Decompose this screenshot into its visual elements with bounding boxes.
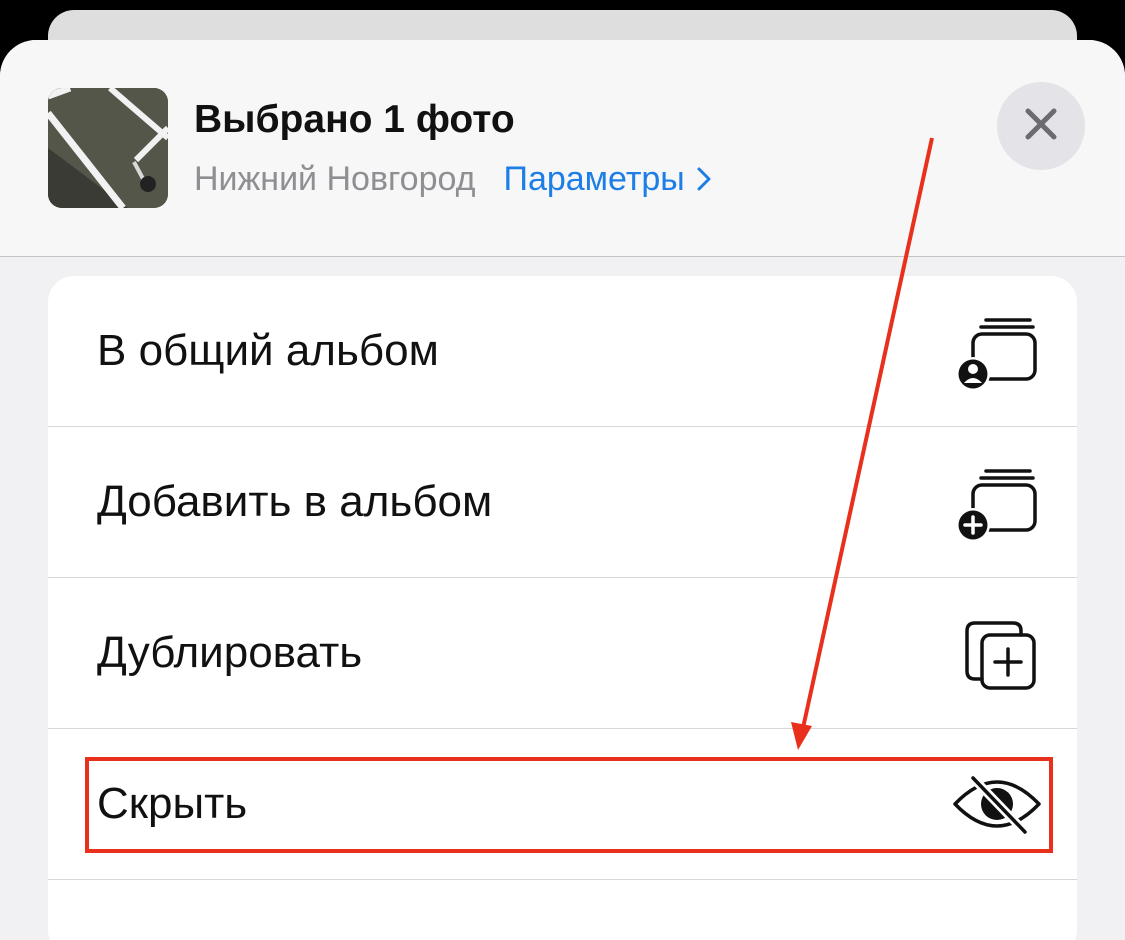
actions-list: В общий альбом Добавить в альбом Дублиро… — [48, 276, 1077, 940]
menu-item-add-to-album[interactable]: Добавить в альбом — [48, 427, 1077, 578]
photo-thumbnail — [48, 88, 168, 208]
parameters-link-label: Параметры — [503, 159, 685, 198]
menu-item-hide[interactable]: Скрыть — [48, 729, 1077, 880]
shared-album-icon — [949, 303, 1045, 399]
sheet-title: Выбрано 1 фото — [194, 98, 515, 141]
menu-item-duplicate[interactable]: Дублировать — [48, 578, 1077, 729]
duplicate-icon — [949, 605, 1045, 701]
hide-eye-slash-icon — [949, 756, 1045, 852]
chevron-right-icon — [697, 167, 711, 191]
menu-item-label: В общий альбом — [97, 326, 439, 375]
close-icon — [1024, 107, 1058, 146]
menu-item-label: Дублировать — [97, 628, 363, 677]
menu-item-label: Скрыть — [97, 779, 248, 828]
subtitle-row: Нижний Новгород Параметры — [194, 157, 711, 201]
sheet-header: Выбрано 1 фото Нижний Новгород Параметры — [0, 40, 1125, 257]
menu-item-label: Добавить в альбом — [97, 477, 493, 526]
parameters-link[interactable]: Параметры — [504, 160, 711, 199]
location-label: Нижний Новгород — [194, 159, 476, 198]
action-sheet: Выбрано 1 фото Нижний Новгород Параметры… — [0, 40, 1125, 940]
add-to-album-icon — [949, 454, 1045, 550]
menu-item-shared-album[interactable]: В общий альбом — [48, 276, 1077, 427]
close-button[interactable] — [997, 82, 1085, 170]
